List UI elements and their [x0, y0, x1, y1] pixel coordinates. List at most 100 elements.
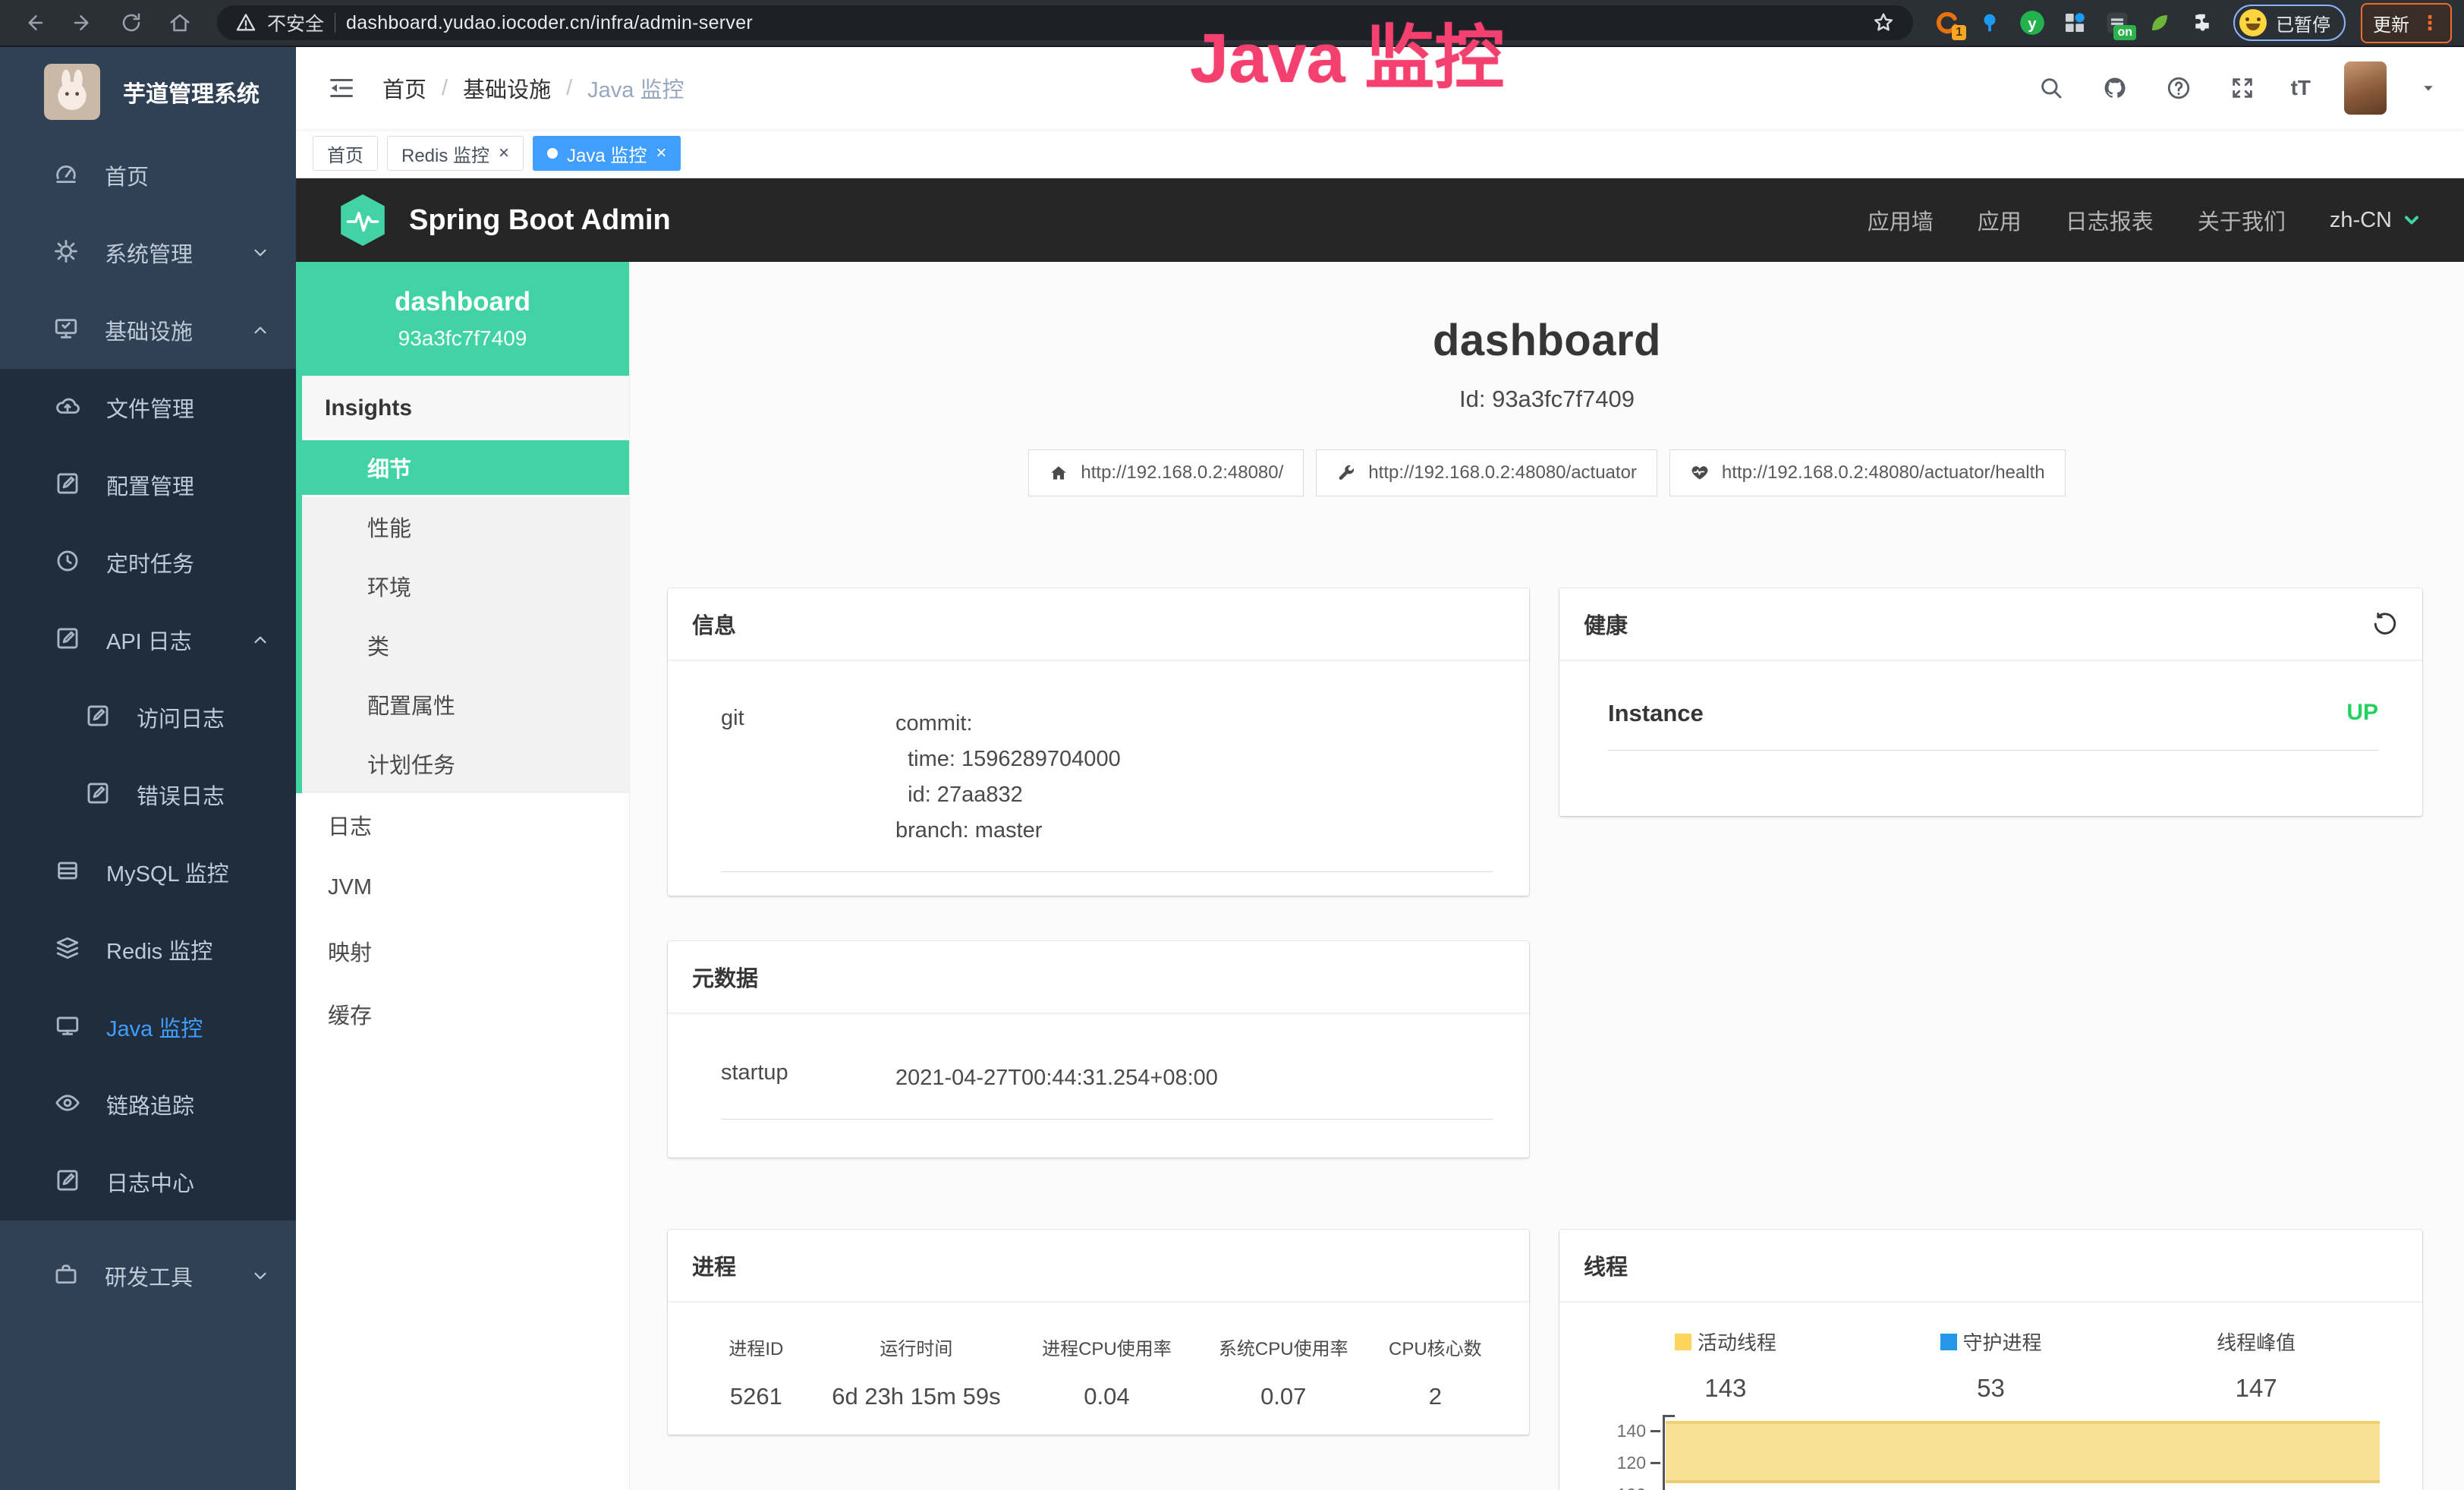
sba-item-environment[interactable]: 环境 — [302, 556, 629, 616]
extension-leaf-icon[interactable] — [2141, 4, 2179, 42]
monitor-icon — [53, 316, 82, 345]
font-size-icon[interactable]: tT — [2291, 76, 2311, 100]
card-title: 进程 — [692, 1249, 736, 1281]
fullscreen-icon[interactable] — [2227, 73, 2258, 103]
sba-item-logs[interactable]: 日志 — [296, 793, 629, 856]
sidebar-item-infra[interactable]: 基础设施 — [0, 291, 296, 369]
column-header: 系统CPU使用率 — [1195, 1334, 1372, 1360]
sidebar-item-java[interactable]: Java 监控 — [0, 988, 296, 1066]
sba-item-classes[interactable]: 类 — [302, 616, 629, 675]
briefcase-icon — [53, 1262, 82, 1290]
sidebar-item-log-center[interactable]: 日志中心 — [0, 1143, 296, 1221]
instance-health-link[interactable]: http://192.168.0.2:48080/actuator/health — [1669, 449, 2066, 496]
sba-nav-journal[interactable]: 日志报表 — [2066, 204, 2154, 236]
edit-icon — [85, 703, 114, 732]
sba-item-metrics[interactable]: 性能 — [302, 497, 629, 556]
app-logo-row[interactable]: 芋道管理系统 — [0, 47, 296, 137]
sba-item-caches[interactable]: 缓存 — [296, 982, 629, 1045]
browser-reload-button[interactable] — [109, 5, 153, 41]
github-icon[interactable] — [2100, 73, 2130, 103]
card-title: 线程 — [1584, 1249, 1628, 1281]
instance-home-link[interactable]: http://192.168.0.2:48080/ — [1028, 449, 1304, 496]
history-refresh-icon[interactable] — [2372, 611, 2398, 637]
address-bar[interactable]: 不安全 dashboard.yudao.iocoder.cn/infra/adm… — [217, 5, 1913, 40]
bookmark-star-icon[interactable] — [1872, 11, 1895, 34]
sidebar-item-label: 配置管理 — [106, 469, 194, 501]
cloud-upload-icon — [55, 393, 83, 422]
metadata-value: 2021-04-27T00:44:31.254+08:00 — [895, 1060, 1218, 1096]
breadcrumb-infra[interactable]: 基础设施 — [463, 72, 551, 104]
tag-java-monitor[interactable]: Java 监控 × — [533, 136, 681, 171]
sidebar-item-mysql[interactable]: MySQL 监控 — [0, 833, 296, 911]
browser-menu-dots-icon[interactable]: ⋮ — [2420, 11, 2440, 35]
sba-item-config-props[interactable]: 配置属性 — [302, 675, 629, 734]
tag-home[interactable]: 首页 — [313, 136, 378, 171]
column-header: 运行时间 — [814, 1334, 1018, 1360]
app-title: 芋道管理系统 — [123, 75, 260, 109]
caret-down-icon[interactable] — [2420, 80, 2437, 96]
user-avatar[interactable] — [2344, 61, 2387, 115]
sba-main: dashboard Id: 93a3fc7f7409 http://192.16… — [630, 262, 2464, 1490]
browser-profile-chip[interactable]: 已暂停 — [2233, 5, 2346, 41]
sidebar-item-redis[interactable]: Redis 监控 — [0, 911, 296, 988]
sba-item-jvm[interactable]: JVM — [296, 856, 629, 919]
sidebar-item-system[interactable]: 系统管理 — [0, 214, 296, 291]
sidebar-item-error-log[interactable]: 错误日志 — [0, 756, 296, 833]
tick-mark — [1651, 1430, 1660, 1432]
edit-icon — [55, 625, 83, 654]
extension-colorzilla-icon[interactable]: 1 — [1928, 4, 1966, 42]
sba-item-mappings[interactable]: 映射 — [296, 919, 629, 982]
health-key: Instance — [1608, 700, 1704, 727]
sidebar-item-label: Java 监控 — [106, 1011, 203, 1043]
sidebar-item-job[interactable]: 定时任务 — [0, 524, 296, 601]
sba-nav-about[interactable]: 关于我们 — [2198, 204, 2286, 236]
health-row-instance: Instance UP — [1608, 700, 2378, 751]
tag-redis-monitor[interactable]: Redis 监控 × — [387, 136, 524, 171]
browser-home-button[interactable] — [158, 5, 202, 41]
server-icon — [55, 858, 83, 887]
sidebar-item-home[interactable]: 首页 — [0, 137, 296, 214]
extension-y-icon[interactable]: y — [2013, 4, 2051, 42]
link-url: http://192.168.0.2:48080/actuator/health — [1722, 462, 2045, 484]
sba-brand[interactable]: Spring Boot Admin — [338, 193, 671, 247]
instance-actuator-link[interactable]: http://192.168.0.2:48080/actuator — [1316, 449, 1657, 496]
extension-grid-icon[interactable] — [2056, 4, 2094, 42]
sba-item-scheduled-tasks[interactable]: 计划任务 — [302, 734, 629, 793]
sba-nav-applications[interactable]: 应用 — [1978, 204, 2022, 236]
sba-instance-header[interactable]: dashboard 93a3fc7f7409 — [296, 262, 629, 376]
sidebar-item-devtools[interactable]: 研发工具 — [0, 1237, 296, 1315]
y-axis-cap — [1663, 1415, 1675, 1417]
locale-selector[interactable]: zh-CN — [2330, 208, 2422, 233]
cell-value: 6d 23h 15m 59s — [814, 1383, 1018, 1410]
browser-update-button[interactable]: 更新 ⋮ — [2361, 3, 2452, 43]
heartbeat-icon — [1690, 463, 1710, 483]
metadata-card: 元数据 startup 2021-04-27T00:44:31.254+08:0… — [668, 941, 1529, 1158]
close-icon[interactable]: × — [499, 144, 509, 162]
browser-forward-button[interactable] — [61, 5, 105, 41]
help-icon[interactable] — [2163, 73, 2194, 103]
chevron-up-icon — [250, 630, 270, 650]
sidebar-item-trace[interactable]: 链路追踪 — [0, 1066, 296, 1143]
breadcrumb-home[interactable]: 首页 — [382, 72, 426, 104]
url-text[interactable]: dashboard.yudao.iocoder.cn/infra/admin-s… — [346, 12, 753, 34]
sidebar-item-api-log[interactable]: API 日志 — [0, 601, 296, 679]
sba-nav-wallboard[interactable]: 应用墙 — [1868, 204, 1934, 236]
close-icon[interactable]: × — [656, 144, 666, 162]
eye-icon — [55, 1090, 83, 1119]
extension-pin-icon[interactable] — [1971, 4, 2009, 42]
sidebar-item-file[interactable]: 文件管理 — [0, 369, 296, 446]
page-subtitle: Id: 93a3fc7f7409 — [630, 386, 2464, 413]
sidebar-item-access-log[interactable]: 访问日志 — [0, 679, 296, 756]
sidebar-fold-icon[interactable] — [323, 70, 360, 106]
wrench-icon — [1336, 463, 1356, 483]
browser-back-button[interactable] — [12, 5, 56, 41]
extension-tampermonkey-icon[interactable]: on — [2098, 4, 2136, 42]
sidebar-item-config[interactable]: 配置管理 — [0, 446, 296, 524]
info-row-git: git commit: time: 1596289704000 id: 27aa… — [721, 706, 1493, 872]
sba-item-details[interactable]: 细节 — [302, 438, 629, 497]
status-badge: UP — [2346, 700, 2378, 727]
search-icon[interactable] — [2036, 73, 2066, 103]
sidebar-item-label: 日志中心 — [106, 1166, 194, 1198]
extension-puzzle-icon[interactable] — [2183, 4, 2221, 42]
threads-card-header: 线程 — [1559, 1230, 2422, 1302]
